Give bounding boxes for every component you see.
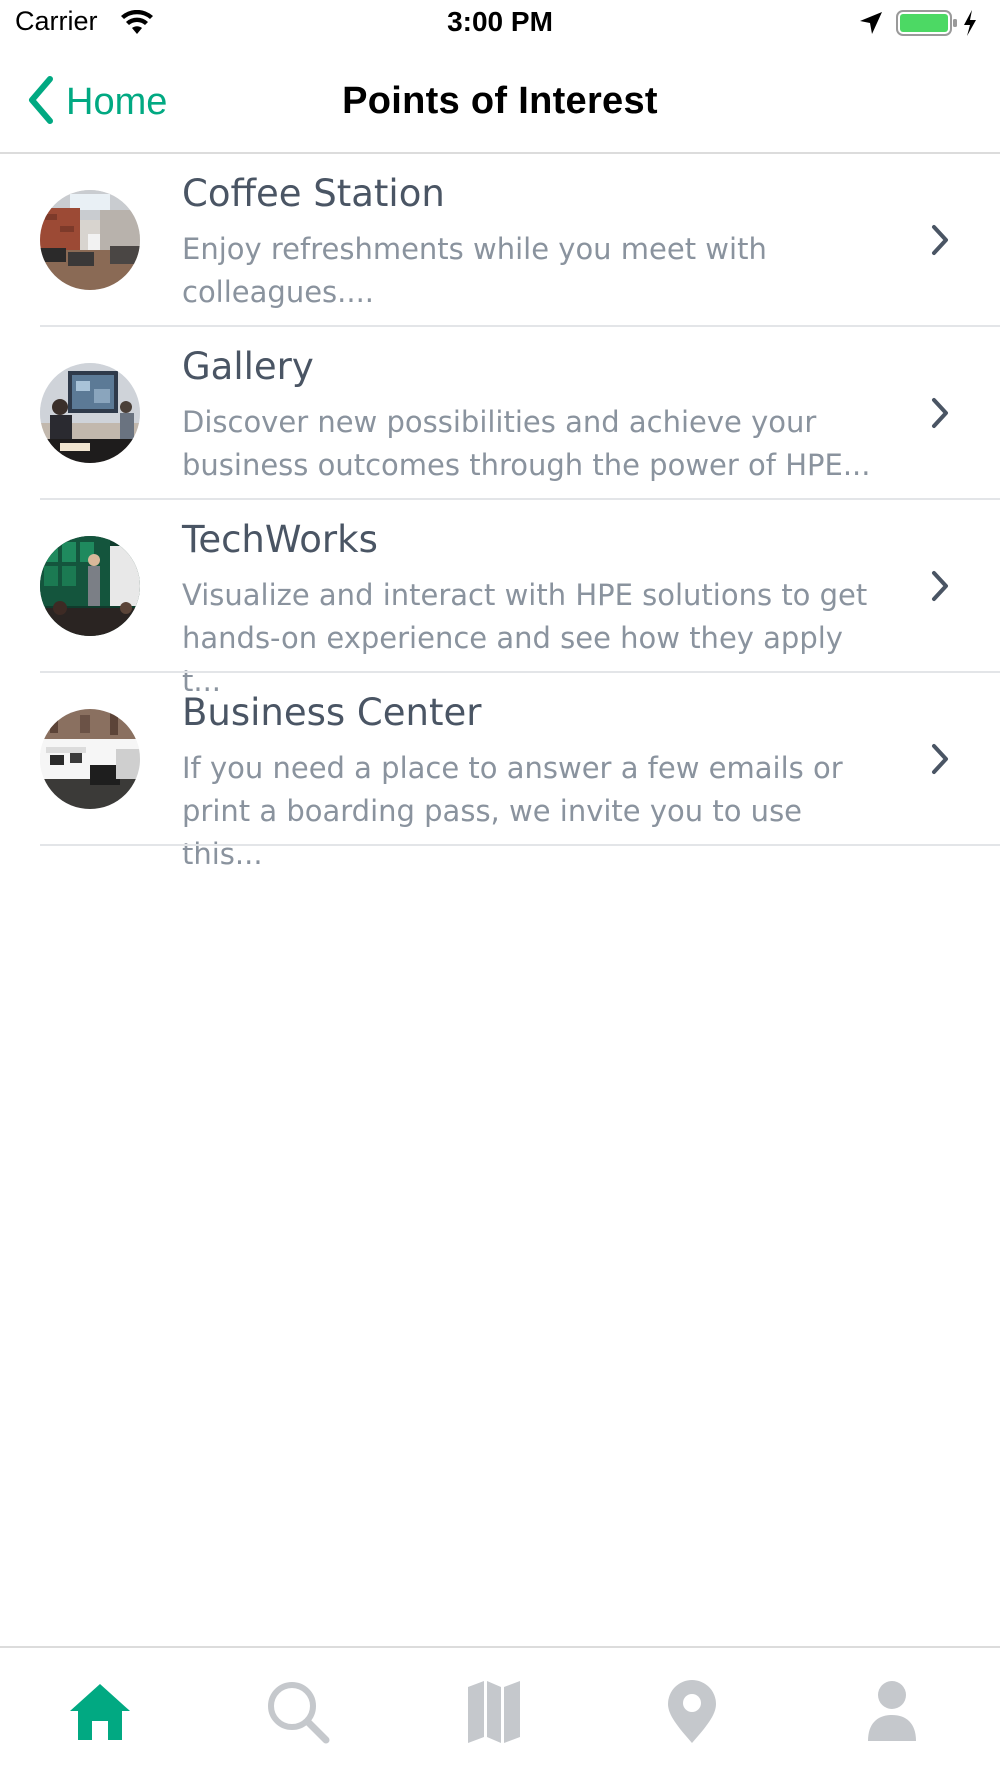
status-bar: Carrier 3:00 PM: [0, 0, 1000, 48]
chevron-right-icon: [930, 743, 950, 779]
business-center-photo: [40, 709, 140, 809]
chevron-right-icon: [930, 397, 950, 433]
map-icon: [466, 1679, 522, 1749]
page-title: Points of Interest: [342, 80, 658, 122]
poi-title: Coffee Station: [182, 172, 445, 215]
battery-icon: [896, 9, 958, 41]
coffee-station-photo: [40, 190, 140, 290]
list-item-gallery[interactable]: Gallery Discover new possibilities and a…: [0, 327, 1000, 500]
gallery-photo: [40, 363, 140, 463]
poi-description: If you need a place to answer a few emai…: [182, 751, 843, 871]
poi-title: TechWorks: [182, 518, 378, 561]
tab-bar: [0, 1646, 1000, 1778]
search-icon: [265, 1679, 331, 1749]
tab-profile[interactable]: [852, 1674, 932, 1754]
poi-description: Enjoy refreshments while you meet with c…: [182, 232, 767, 309]
poi-title: Business Center: [182, 691, 482, 734]
list-item-techworks[interactable]: TechWorks Visualize and interact with HP…: [0, 500, 1000, 698]
chevron-right-icon: [930, 570, 950, 606]
location-pin-icon: [664, 1679, 720, 1749]
tab-map[interactable]: [454, 1674, 534, 1754]
poi-description: Discover new possibilities and achieve y…: [182, 405, 871, 482]
list-item-coffee-station[interactable]: Coffee Station Enjoy refreshments while …: [0, 154, 1000, 327]
status-time: 3:00 PM: [447, 6, 553, 37]
tab-home[interactable]: [60, 1674, 140, 1754]
location-arrow-icon: [858, 10, 884, 40]
profile-icon: [864, 1679, 920, 1749]
points-of-interest-list: Coffee Station Enjoy refreshments while …: [0, 154, 1000, 871]
techworks-photo: [40, 536, 140, 636]
chevron-right-icon: [930, 224, 950, 260]
tab-places[interactable]: [652, 1674, 732, 1754]
home-icon: [67, 1681, 133, 1747]
tab-search[interactable]: [258, 1674, 338, 1754]
list-item-business-center[interactable]: Business Center If you need a place to a…: [0, 673, 1000, 871]
navigation-bar: Home Points of Interest: [0, 48, 1000, 154]
charging-bolt-icon: [962, 9, 978, 41]
poi-title: Gallery: [182, 345, 314, 388]
